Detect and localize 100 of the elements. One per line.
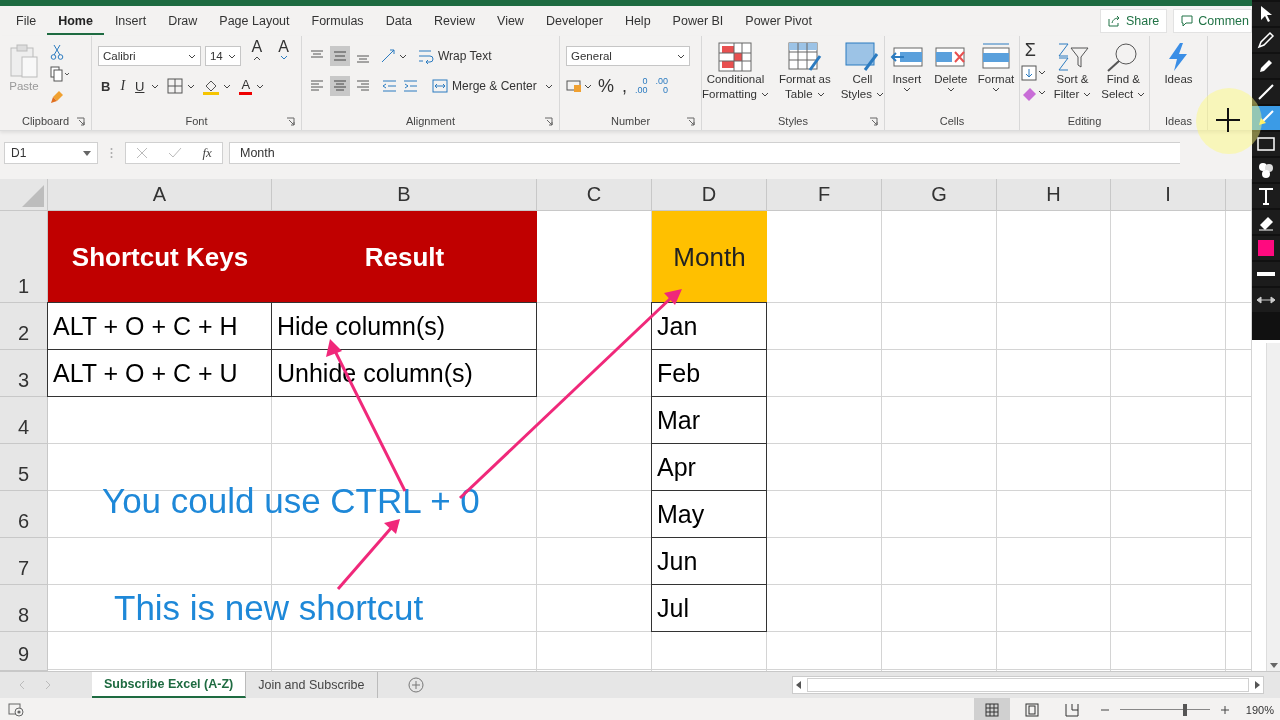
ideas-button[interactable]: Ideas <box>1161 40 1196 89</box>
dialog-launcher-icon[interactable] <box>544 116 553 126</box>
caret-icon[interactable] <box>187 83 196 89</box>
move-tool-button[interactable] <box>1252 288 1280 312</box>
decrease-decimal-button[interactable]: .00 0 <box>653 77 671 95</box>
line-tool-button[interactable] <box>1252 80 1280 104</box>
zoom-in-icon[interactable] <box>1219 704 1230 715</box>
row-header[interactable]: 9 <box>0 632 48 671</box>
currency-icon[interactable] <box>566 79 592 93</box>
column-header[interactable]: I <box>1111 179 1226 211</box>
format-painter-icon[interactable] <box>50 88 66 104</box>
insert-function-button[interactable]: fx <box>202 145 212 161</box>
dialog-launcher-icon[interactable] <box>286 116 295 126</box>
stamp-tool-button[interactable] <box>1252 158 1280 182</box>
dialog-launcher-icon[interactable] <box>76 116 85 126</box>
rect-tool-button[interactable] <box>1252 132 1280 156</box>
menu-tab[interactable]: Power Pivot <box>734 7 824 35</box>
number-format-field[interactable]: General <box>566 46 690 66</box>
menu-tab[interactable]: Data <box>374 7 424 35</box>
row-header[interactable]: 2 <box>0 303 48 350</box>
check-icon[interactable] <box>168 147 183 159</box>
borders-icon[interactable] <box>167 78 184 94</box>
comma-button[interactable]: , <box>620 75 630 97</box>
menu-tab[interactable]: Page Layout <box>208 7 301 35</box>
conditional-button[interactable]: Conditional Formatting <box>698 40 772 104</box>
bold-button[interactable]: B <box>98 78 114 94</box>
zoom-level[interactable]: 190% <box>1245 703 1274 716</box>
column-header[interactable]: B <box>272 179 537 211</box>
caret-icon[interactable] <box>256 83 265 89</box>
orientation-icon[interactable] <box>380 48 406 64</box>
horizontal-scrollbar[interactable] <box>792 676 1264 694</box>
column-header[interactable]: D <box>652 179 767 211</box>
dialog-launcher-icon[interactable] <box>686 116 695 126</box>
menu-tab[interactable]: Formulas <box>300 7 375 35</box>
marker-tool-button[interactable] <box>1252 54 1280 78</box>
column-header[interactable]: H <box>997 179 1111 211</box>
eraser-tool-button[interactable] <box>1252 210 1280 234</box>
delete-button[interactable]: Delete <box>930 40 971 94</box>
menu-tab[interactable]: Review <box>423 7 487 35</box>
copy-icon[interactable] <box>50 66 70 82</box>
row-header[interactable]: 4 <box>0 397 48 444</box>
fill-down-icon[interactable] <box>1020 65 1047 81</box>
table-button[interactable]: Format as Table <box>775 40 834 104</box>
sort-filter-button[interactable]: Sort & Filter <box>1050 40 1095 104</box>
scrollbar-thumb[interactable] <box>807 678 1249 692</box>
column-header[interactable]: F <box>767 179 882 211</box>
merge-center-button[interactable]: Merge & Center <box>432 79 553 93</box>
grow-font-button[interactable]: A <box>245 38 269 74</box>
width-tool-button[interactable] <box>1252 262 1280 286</box>
format-button[interactable]: Format <box>974 40 1018 94</box>
pointer-tool-button[interactable] <box>1252 2 1280 26</box>
pencil-tool-button[interactable] <box>1252 28 1280 52</box>
italic-button[interactable]: I <box>117 78 129 94</box>
menu-tab[interactable]: Developer <box>534 7 614 35</box>
percent-button[interactable]: % <box>596 75 616 97</box>
increase-decimal-button[interactable]: 0 .00 <box>633 77 650 95</box>
sheet-tab[interactable]: Subscribe Excel (A-Z) <box>92 672 247 698</box>
font-size-field[interactable]: 14 <box>204 46 242 66</box>
formula-field[interactable]: Month <box>229 142 1180 164</box>
comments-button[interactable]: Commen <box>1173 9 1252 33</box>
add-sheet-icon[interactable] <box>407 677 424 693</box>
menu-tab[interactable]: View <box>486 7 535 35</box>
color-tool-button[interactable] <box>1252 236 1280 260</box>
row-header[interactable]: 8 <box>0 585 48 632</box>
menu-tab[interactable]: Home <box>47 7 104 35</box>
sheet-tab[interactable]: Join and Subscribe <box>246 672 378 698</box>
column-header[interactable]: A <box>48 179 272 211</box>
row-header[interactable]: 5 <box>0 444 48 491</box>
shrink-font-button[interactable]: A <box>272 38 295 74</box>
menu-tab[interactable]: Insert <box>103 7 158 35</box>
column-header[interactable]: C <box>537 179 652 211</box>
insert-button[interactable]: Insert <box>886 40 927 94</box>
dialog-launcher-icon[interactable] <box>869 116 878 126</box>
column-header[interactable]: G <box>882 179 997 211</box>
share-button[interactable]: Share <box>1099 9 1168 33</box>
row-header[interactable]: 6 <box>0 491 48 538</box>
normal-view-button[interactable] <box>973 698 1010 720</box>
find-select-button[interactable]: Find & Select <box>1098 40 1149 104</box>
vertical-scrollbar[interactable] <box>1266 343 1280 671</box>
cellstyles-button[interactable]: Cell Styles <box>837 40 888 104</box>
text-tool-button[interactable] <box>1252 184 1280 208</box>
autosum-button[interactable]: Σ <box>1020 40 1047 61</box>
menu-tab[interactable]: File <box>5 7 48 35</box>
scissors-icon[interactable] <box>50 44 64 60</box>
row-header[interactable]: 3 <box>0 350 48 397</box>
menu-tab[interactable]: Help <box>613 7 662 35</box>
row-header[interactable]: 1 <box>0 211 48 303</box>
font-name-field[interactable]: Calibri <box>98 46 201 66</box>
name-box[interactable]: D1 <box>4 142 98 164</box>
font-color-button[interactable]: A <box>239 77 253 95</box>
menu-tab[interactable]: Draw <box>157 7 209 35</box>
drag-handle-icon[interactable] <box>110 147 113 159</box>
menu-tab[interactable]: Power BI <box>661 7 735 35</box>
underline-button[interactable]: U <box>132 78 148 94</box>
macro-record-icon[interactable] <box>8 702 24 717</box>
zoom-slider-thumb[interactable] <box>1182 703 1187 716</box>
caret-icon[interactable] <box>223 83 232 89</box>
row-header[interactable]: 7 <box>0 538 48 585</box>
caret-icon[interactable] <box>151 83 160 89</box>
wrap-text-button[interactable]: Wrap Text <box>418 48 492 64</box>
